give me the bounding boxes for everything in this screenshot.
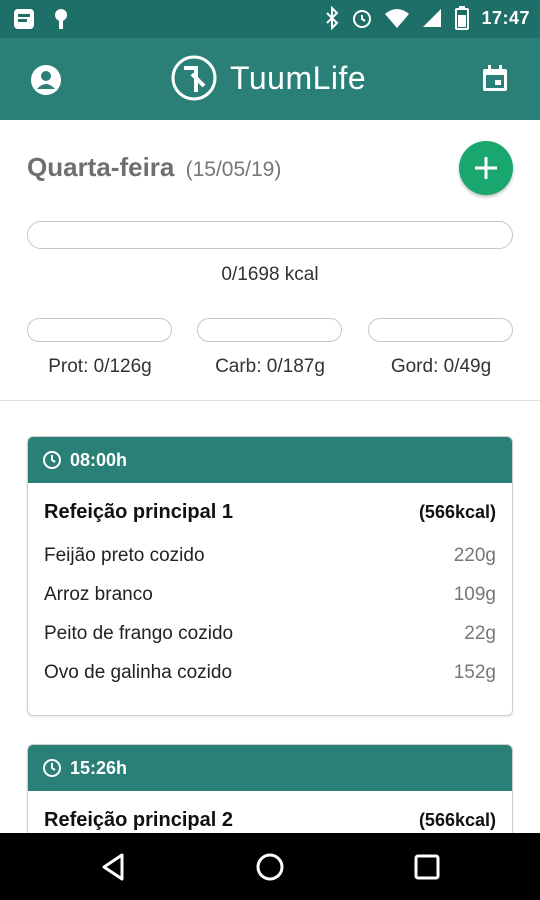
fat-label: Gord: 0/49g	[390, 356, 492, 377]
android-icon	[55, 9, 67, 29]
food-row[interactable]: Feijão preto cozido 220g	[44, 536, 496, 575]
meal-kcal: (566kcal)	[418, 810, 496, 830]
food-quantity: 152g	[453, 661, 496, 683]
food-name: Ovo de galinha cozido	[44, 661, 233, 683]
plus-icon	[475, 157, 497, 179]
food-name: Feijão preto cozido	[44, 544, 205, 566]
kcal-progress-bar	[27, 221, 513, 249]
battery-icon	[455, 6, 470, 30]
meal-time: 08:00h	[70, 449, 128, 470]
status-time: 17:47	[481, 7, 530, 28]
clock-icon	[43, 451, 61, 469]
home-icon[interactable]	[254, 851, 286, 883]
notification-icon	[14, 9, 34, 29]
food-row[interactable]: Arroz branco 109g	[44, 575, 496, 614]
meal-name: Refeição principal 2	[44, 809, 233, 831]
recents-icon[interactable]	[411, 851, 443, 883]
meal-time: 15:26h	[70, 757, 128, 778]
back-icon[interactable]	[98, 851, 130, 883]
food-name: Peito de frango cozido	[44, 622, 234, 644]
tuumlife-logo-icon	[171, 55, 217, 101]
signal-icon	[423, 9, 442, 27]
bluetooth-icon	[326, 6, 339, 30]
fat-progress-bar	[368, 318, 513, 342]
account-icon[interactable]	[30, 64, 62, 96]
status-bar: 17:47	[0, 0, 540, 38]
food-row[interactable]: Peito de frango cozido 22g	[44, 614, 496, 653]
meal-name: Refeição principal 1	[44, 501, 233, 523]
food-row[interactable]: Ovo de galinha cozido 152g	[44, 653, 496, 692]
day-title: Quarta-feira (15/05/19)	[27, 152, 281, 183]
food-name: Arroz branco	[44, 583, 153, 605]
food-quantity: 109g	[453, 583, 496, 605]
carb-label: Carb: 0/187g	[215, 356, 325, 377]
food-quantity: 220g	[453, 544, 496, 566]
calendar-icon[interactable]	[480, 64, 510, 94]
food-quantity: 22g	[464, 622, 496, 644]
app-bar: TuumLife	[0, 38, 540, 120]
carb-progress-bar	[197, 318, 342, 342]
wifi-icon	[385, 9, 410, 28]
meal-card-header: 08:00h	[28, 437, 512, 483]
kcal-label: 0/1698 kcal	[221, 264, 319, 285]
brand: TuumLife	[170, 54, 366, 102]
add-meal-button[interactable]	[459, 141, 513, 195]
date-label: (15/05/19)	[185, 158, 282, 181]
clock-icon	[43, 759, 61, 777]
weekday-label: Quarta-feira	[27, 152, 175, 182]
system-nav-bar	[0, 833, 540, 900]
protein-progress-bar	[27, 318, 172, 342]
protein-label: Prot: 0/126g	[48, 356, 152, 377]
meal-card-header: 15:26h	[28, 745, 512, 791]
meal-card[interactable]: 08:00h Refeição principal 1 (566kcal) Fe…	[27, 436, 513, 716]
alarm-icon	[353, 10, 372, 28]
divider	[0, 400, 540, 401]
meal-kcal: (566kcal)	[418, 502, 496, 522]
app-title: TuumLife	[230, 59, 367, 96]
